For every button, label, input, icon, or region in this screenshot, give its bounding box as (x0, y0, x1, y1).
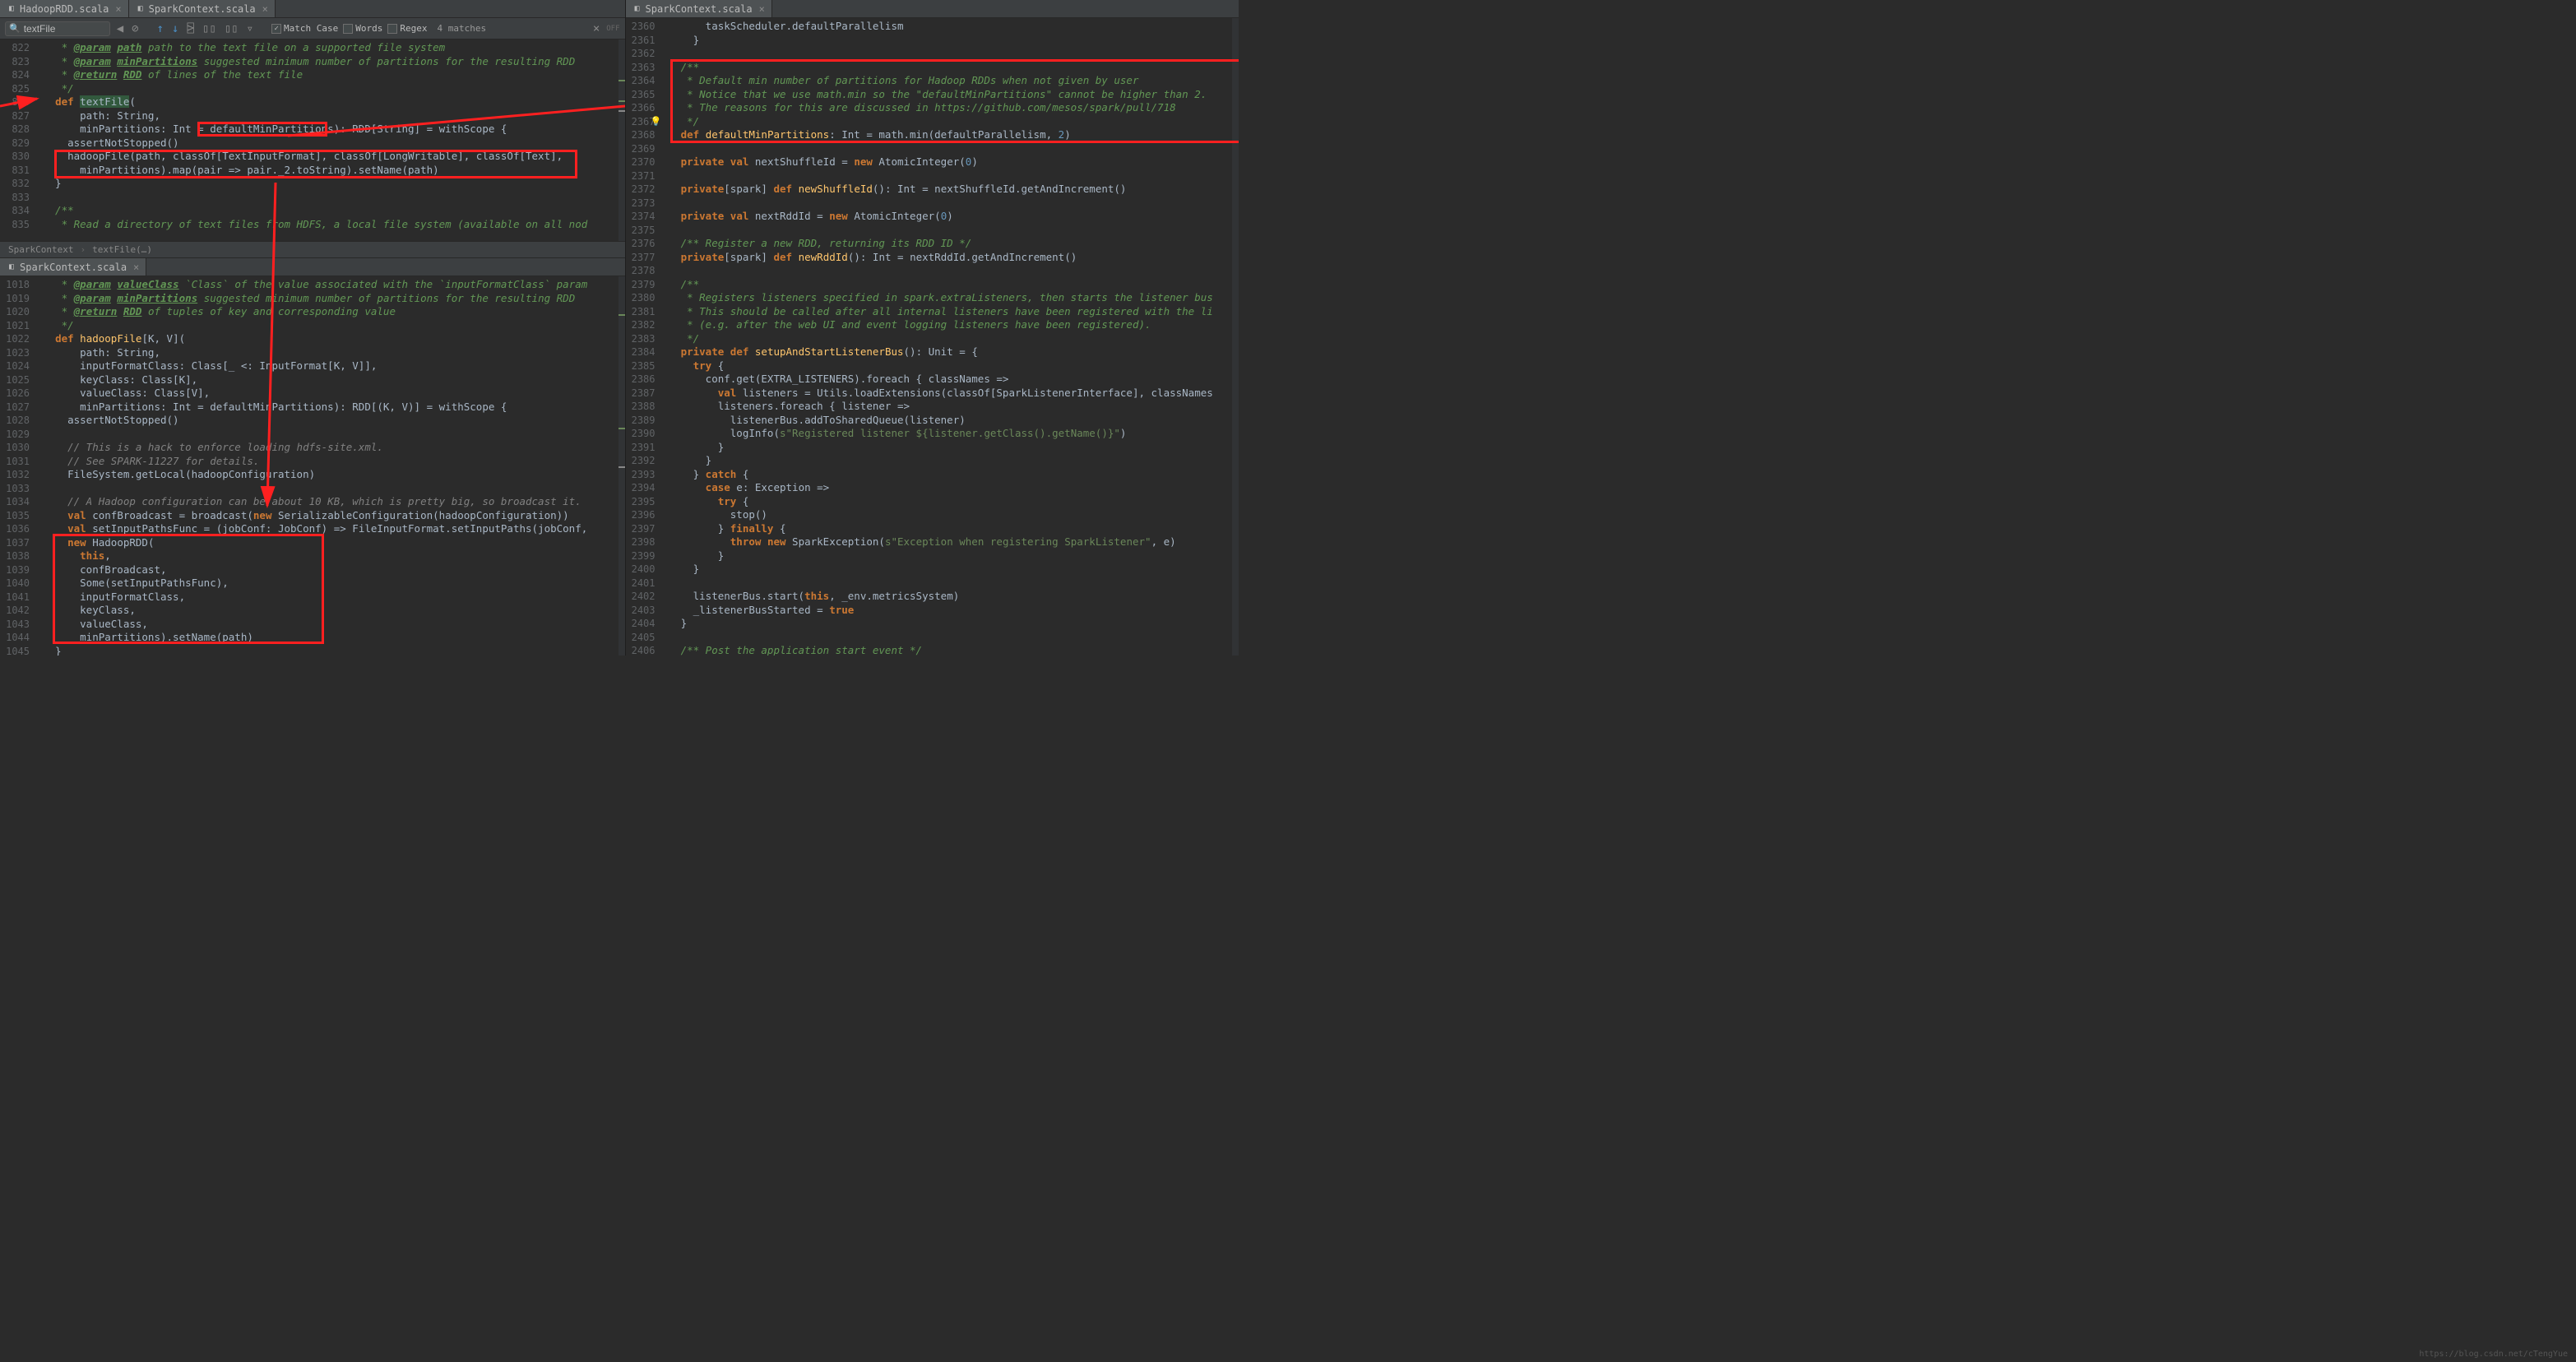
close-search-icon[interactable]: × (593, 22, 600, 35)
search-icon: 🔍 (9, 23, 21, 34)
arrow-down-icon[interactable]: ↓ (170, 22, 180, 35)
breadcrumb-method[interactable]: textFile(…) (92, 244, 152, 255)
checkbox-icon (343, 24, 353, 34)
scala-file-icon: ◧ (136, 4, 146, 14)
gutter-1: 8228238248258268278288298308318328338348… (0, 39, 39, 241)
close-icon[interactable]: × (759, 3, 765, 15)
code-1[interactable]: * @param path path to the text file on a… (39, 39, 625, 241)
tab-sparkcontext-3[interactable]: ◧ SparkContext.scala × (626, 0, 772, 17)
code-2[interactable]: * @param valueClass `Class` of the value… (39, 276, 625, 656)
scrollbar[interactable] (619, 39, 625, 241)
gutter-3: 2360236123622363236423652366236723682369… (626, 18, 665, 656)
breadcrumb-class[interactable]: SparkContext (8, 244, 73, 255)
scrollbar[interactable] (1232, 18, 1239, 656)
watermark: https://blog.csdn.net/cTengYue (2419, 1350, 2568, 1359)
clear-button[interactable]: ⊘ (130, 22, 140, 35)
filter-icon[interactable]: ▿ (245, 22, 255, 35)
tab-bar-top-left: ◧ HadoopRDD.scala × ◧ SparkContext.scala… (0, 0, 625, 18)
close-icon[interactable]: × (262, 3, 268, 15)
toggle-1[interactable]: ▯▯ (201, 22, 218, 35)
tab-label: SparkContext.scala (149, 3, 256, 15)
editor-pane-1[interactable]: 8228238248258268278288298308318328338348… (0, 39, 625, 241)
tab-label: SparkContext.scala (20, 262, 127, 273)
search-bar: 🔍 ◀ ⊘ ↑ ↓ ⍄ ▯▯ ▯▯ ▿ ✓ Match Case Words (0, 18, 625, 39)
checkbox-icon (387, 24, 397, 34)
code-3[interactable]: taskScheduler.defaultParallelism } /** *… (665, 18, 1239, 656)
search-field[interactable]: 🔍 (5, 21, 110, 36)
editor-pane-3[interactable]: 2360236123622363236423652366236723682369… (626, 18, 1239, 656)
close-icon[interactable]: × (115, 3, 121, 15)
scala-file-icon: ◧ (632, 4, 642, 14)
bulb-icon[interactable]: 💡 (651, 115, 662, 129)
scala-file-icon: ◧ (7, 4, 16, 14)
chevron-right-icon: › (80, 244, 86, 255)
off-label: OFF (606, 25, 619, 33)
editor-pane-2[interactable]: 1018101910201021102210231024102510261027… (0, 276, 625, 656)
tab-label: SparkContext.scala (646, 3, 753, 15)
match-case-check[interactable]: ✓ Match Case (271, 23, 338, 34)
tab-bar-mid: ◧ SparkContext.scala × (0, 258, 625, 276)
match-count: 4 matches (438, 23, 487, 34)
arrow-up-icon[interactable]: ↑ (155, 22, 165, 35)
select-all-button[interactable]: ⍄ (185, 22, 195, 35)
search-input[interactable] (24, 23, 106, 35)
prev-match-button[interactable]: ◀ (115, 22, 125, 35)
close-icon[interactable]: × (133, 262, 139, 273)
tab-sparkcontext-2[interactable]: ◧ SparkContext.scala × (0, 258, 146, 276)
scala-file-icon: ◧ (7, 262, 16, 272)
tab-bar-right: ◧ SparkContext.scala × (626, 0, 1239, 18)
checkbox-icon: ✓ (271, 24, 281, 34)
tab-label: HadoopRDD.scala (20, 3, 109, 15)
tab-hadooprdd[interactable]: ◧ HadoopRDD.scala × (0, 0, 129, 17)
toggle-2[interactable]: ▯▯ (223, 22, 240, 35)
scrollbar[interactable] (619, 276, 625, 656)
breadcrumb: SparkContext › textFile(…) (0, 241, 625, 258)
regex-check[interactable]: Regex (387, 23, 427, 34)
gutter-2: 1018101910201021102210231024102510261027… (0, 276, 39, 656)
tab-sparkcontext-1[interactable]: ◧ SparkContext.scala × (129, 0, 276, 17)
words-check[interactable]: Words (343, 23, 382, 34)
